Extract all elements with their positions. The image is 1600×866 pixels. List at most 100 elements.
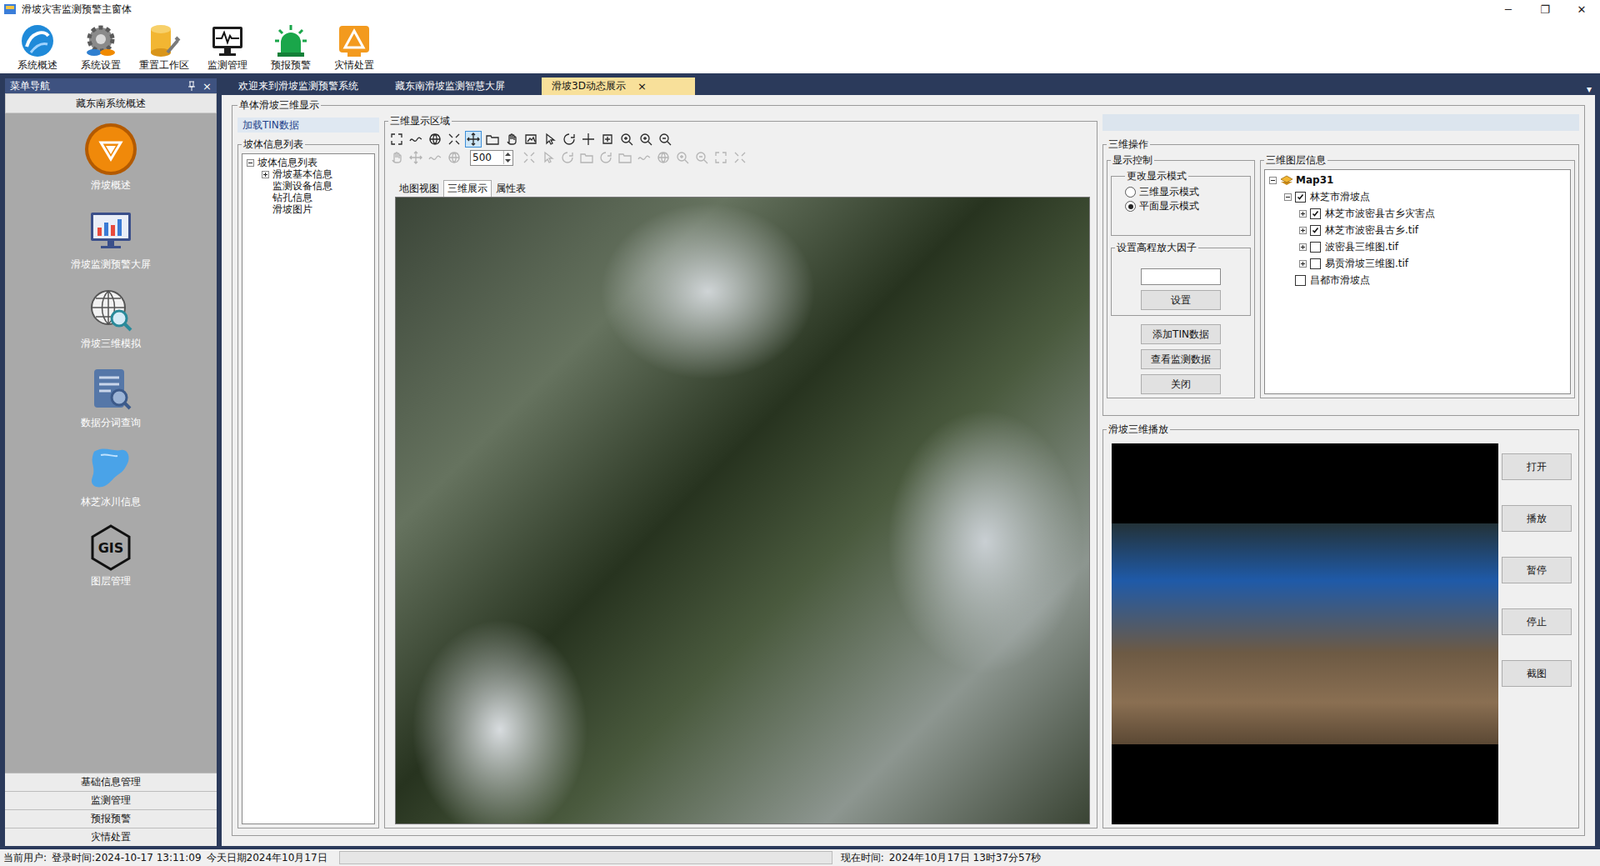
- layer-checkbox[interactable]: [1310, 208, 1321, 220]
- view-tool-button[interactable]: [599, 130, 616, 148]
- edit-tool-button[interactable]: [578, 149, 595, 166]
- view-tab[interactable]: 属性表: [491, 180, 530, 197]
- 3d-terrain-view[interactable]: [395, 196, 1090, 825]
- edit-tool-button[interactable]: [520, 149, 538, 166]
- expander-icon[interactable]: [1283, 192, 1293, 202]
- toolbar-button[interactable]: 灾情处置: [323, 22, 385, 72]
- toolbar-button[interactable]: 监测管理: [196, 22, 259, 72]
- edit-tool-button[interactable]: [712, 149, 730, 166]
- view-tool-button[interactable]: [407, 130, 425, 148]
- layer-node[interactable]: 易贡滑坡三维图.tif: [1268, 255, 1567, 272]
- player-button[interactable]: 播放: [1501, 505, 1572, 532]
- expander-icon[interactable]: [260, 205, 270, 215]
- view-tool-button[interactable]: [637, 130, 655, 148]
- nav-group-button[interactable]: 灾情处置: [5, 827, 217, 846]
- edit-tool-button[interactable]: [731, 149, 749, 166]
- nav-item[interactable]: 滑坡概述: [83, 121, 139, 193]
- edit-tool-button[interactable]: [540, 149, 557, 166]
- edit-tool-button[interactable]: [635, 149, 653, 166]
- layer-checkbox[interactable]: [1295, 191, 1306, 203]
- elevation-factor-input[interactable]: [1140, 268, 1221, 285]
- scale-value[interactable]: 500: [470, 151, 504, 164]
- toolbar-button[interactable]: 系统概述: [6, 22, 69, 72]
- view-tool-button[interactable]: [445, 130, 463, 148]
- expander-icon[interactable]: [245, 158, 255, 168]
- view-tool-button[interactable]: [484, 130, 501, 148]
- edit-tool-button[interactable]: [693, 149, 710, 166]
- tree-node[interactable]: 滑坡基本信息: [245, 168, 371, 180]
- layer-node[interactable]: 波密县三维图.tif: [1268, 238, 1567, 255]
- window-control[interactable]: ─: [1490, 3, 1527, 16]
- tree-node[interactable]: 坡体信息列表: [245, 156, 371, 169]
- player-button[interactable]: 停止: [1501, 608, 1572, 635]
- expander-icon[interactable]: [1298, 225, 1308, 235]
- view-tab[interactable]: 地图视图: [395, 180, 444, 197]
- tab-close-button[interactable]: ×: [637, 80, 647, 93]
- edit-tool-button[interactable]: [597, 149, 615, 166]
- spin-arrows-icon[interactable]: [503, 150, 513, 165]
- pin-icon[interactable]: [187, 80, 196, 91]
- window-control[interactable]: ✕: [1563, 3, 1600, 16]
- player-button[interactable]: 暂停: [1501, 556, 1572, 584]
- layer-node[interactable]: 昌都市滑坡点: [1268, 271, 1567, 289]
- view-tab[interactable]: 三维展示: [443, 180, 492, 197]
- layer-checkbox[interactable]: [1310, 225, 1321, 236]
- tree-node[interactable]: Map31: [1268, 171, 1567, 189]
- nav-item[interactable]: 林芝冰川信息: [80, 443, 141, 510]
- view-tool-button[interactable]: [388, 130, 405, 148]
- window-control[interactable]: ❐: [1526, 3, 1564, 16]
- toolbar-button[interactable]: 重置工作区: [133, 22, 195, 72]
- edit-tool-button[interactable]: [559, 149, 576, 166]
- layer-node[interactable]: 林芝市波密县古乡.tif: [1268, 221, 1567, 239]
- display-mode-radio[interactable]: 平面显示模式: [1125, 199, 1247, 214]
- nav-close-button[interactable]: ×: [202, 80, 212, 93]
- nav-item[interactable]: 数据分词查询: [80, 364, 141, 430]
- tab-list-button[interactable]: ▾: [1586, 83, 1595, 95]
- expander-icon[interactable]: [260, 170, 270, 180]
- load-tin-header[interactable]: 加载TIN数据: [237, 117, 380, 133]
- document-tab[interactable]: 滑坡3D动态展示×: [541, 77, 695, 95]
- expander-icon[interactable]: [260, 193, 270, 203]
- view-tool-button[interactable]: [465, 130, 482, 148]
- view-tool-button[interactable]: [541, 130, 559, 148]
- set-factor-button[interactable]: 设置: [1140, 290, 1221, 310]
- layer-node[interactable]: 林芝市波密县古乡灾害点: [1268, 205, 1567, 222]
- operation-button[interactable]: 查看监测数据: [1140, 349, 1221, 370]
- nav-item[interactable]: 滑坡监测预警大屏: [70, 205, 151, 272]
- tree-node[interactable]: 钻孔信息: [245, 191, 371, 204]
- scale-spinbox[interactable]: 500: [470, 150, 514, 166]
- nav-group-button[interactable]: 预报预警: [5, 809, 217, 828]
- video-frame[interactable]: [1111, 443, 1499, 825]
- tree-node[interactable]: 监测设备信息: [245, 180, 371, 192]
- expander-icon[interactable]: [260, 181, 270, 191]
- document-tab[interactable]: 藏东南滑坡监测智慧大屏: [385, 77, 539, 95]
- tree-node[interactable]: 滑坡图片: [245, 203, 371, 215]
- view-tool-button[interactable]: [618, 130, 635, 148]
- display-mode-radio[interactable]: 三维显示模式: [1125, 185, 1247, 200]
- layer-checkbox[interactable]: [1310, 241, 1321, 253]
- radio-icon[interactable]: [1125, 186, 1136, 198]
- view-tool-button[interactable]: [656, 130, 674, 148]
- edit-tool-button[interactable]: [388, 149, 405, 166]
- operation-button[interactable]: 添加TIN数据: [1140, 324, 1221, 345]
- nav-item[interactable]: GIS图层管理: [85, 522, 136, 589]
- player-button[interactable]: 截图: [1501, 660, 1572, 687]
- toolbar-button[interactable]: 系统设置: [70, 22, 132, 72]
- nav-group-button[interactable]: 基础信息管理: [5, 772, 217, 791]
- view-tool-button[interactable]: [522, 130, 540, 148]
- expander-icon[interactable]: [1298, 259, 1308, 269]
- edit-tool-button[interactable]: [674, 149, 691, 166]
- view-tool-button[interactable]: [560, 130, 578, 148]
- view-tool-button[interactable]: [503, 130, 520, 148]
- edit-tool-button[interactable]: [445, 149, 463, 166]
- nav-section-button[interactable]: 藏东南系统概述: [5, 93, 217, 114]
- nav-group-button[interactable]: 监测管理: [5, 790, 217, 810]
- edit-tool-button[interactable]: [426, 149, 444, 166]
- toolbar-button[interactable]: 预报预警: [260, 22, 322, 72]
- radio-icon[interactable]: [1125, 200, 1136, 212]
- document-tab[interactable]: 欢迎来到滑坡监测预警系统: [228, 77, 382, 95]
- expander-icon[interactable]: [1298, 209, 1308, 219]
- view-tool-button[interactable]: [580, 130, 597, 148]
- player-button[interactable]: 打开: [1501, 453, 1572, 480]
- edit-tool-button[interactable]: [407, 149, 425, 166]
